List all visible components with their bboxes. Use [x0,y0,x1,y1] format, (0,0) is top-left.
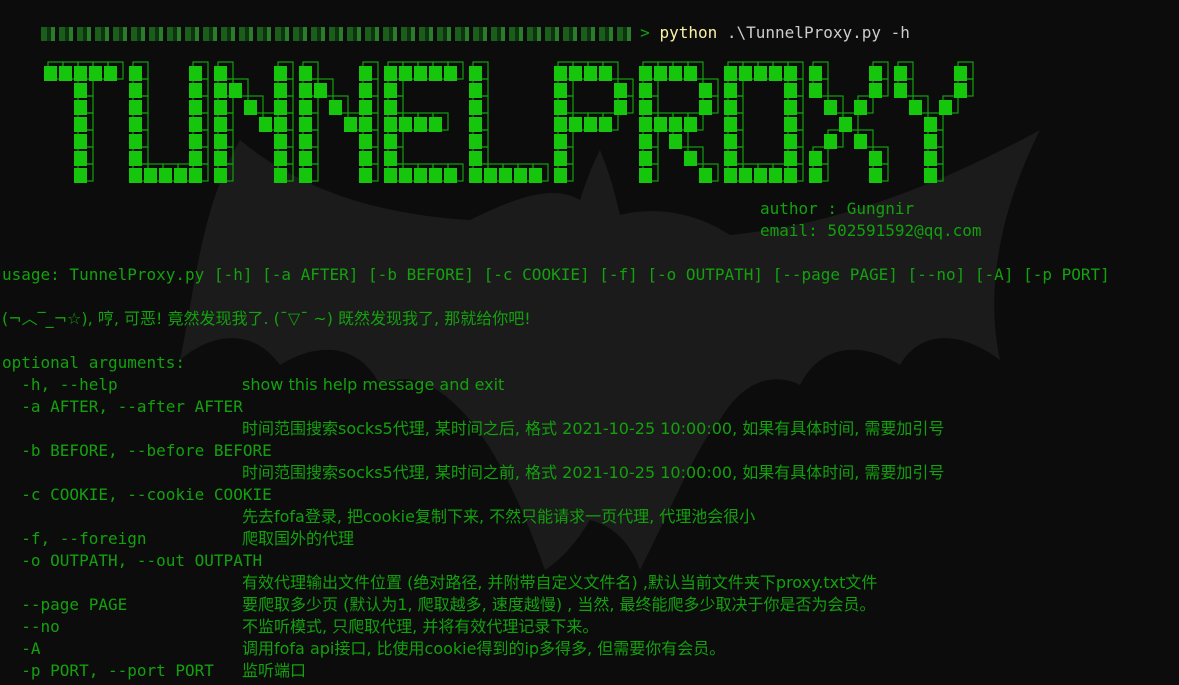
option-flags: -A [2,639,41,658]
option-help: 有效代理输出文件位置 (绝对路径, 并附带自定义文件名) ,默认当前文件夹下pr… [242,573,878,592]
option-help: 爬取国外的代理 [242,529,355,548]
option-flags: --no [2,617,60,636]
option-flags: -b BEFORE, --before BEFORE [2,441,272,460]
option-help: 调用fofa api接口, 比使用cookie得到的ip多得多, 但需要你有会员… [242,639,726,658]
option-help: show this help message and exit [242,375,505,394]
options-header: optional arguments: [2,353,186,372]
terminal-window[interactable]: > python .\TunnelProxy.py -h author : Gu… [0,0,1179,685]
option-flags: -p PORT, --port PORT [2,661,214,680]
option-flags: -h, --help [2,375,118,394]
command-name: python [659,23,718,42]
banner-title-shadow [47,61,974,182]
option-flags: -c COOKIE, --cookie COOKIE [2,485,272,504]
option-help: 先去fofa登录, 把cookie复制下来, 不然只能请求一页代理, 代理池会很… [242,507,756,526]
command-flag: -h [890,23,910,42]
option-help: 不监听模式, 只爬取代理, 并将有效代理记录下来。 [242,617,599,636]
option-help: 时间范围搜索socks5代理, 某时间之前, 格式 2021-10-25 10:… [242,463,945,482]
description-line: (¬︿‾_¬☆), 哼, 可恶! 竟然发现我了. (¯▽¯ ~) 既然发现我了,… [2,309,531,328]
prompt-arrow: > [630,23,660,42]
option-flags: -o OUTPATH, --out OUTPATH [2,551,263,570]
option-help: 监听端口 [242,661,307,680]
option-help: 要爬取多少页 (默认为1, 爬取越多, 速度越慢) , 当然, 最终能爬多少取决… [242,595,876,614]
prompt-path-redacted [40,26,631,41]
command-line: > python .\TunnelProxy.py -h [2,0,910,42]
command-script: .\TunnelProxy.py [726,23,881,42]
banner-email: email: 502591592@qq.com [760,221,982,240]
option-flags: --page PAGE [2,595,128,614]
banner-author: author : Gungnir [760,199,915,218]
option-flags: -a AFTER, --after AFTER [2,397,243,416]
banner-title [44,61,974,183]
option-help: 时间范围搜索socks5代理, 某时间之后, 格式 2021-10-25 10:… [242,419,945,438]
option-flags: -f, --foreign [2,529,147,548]
usage-line: usage: TunnelProxy.py [-h] [-a AFTER] [-… [2,265,1110,284]
ascii-banner [38,56,998,196]
